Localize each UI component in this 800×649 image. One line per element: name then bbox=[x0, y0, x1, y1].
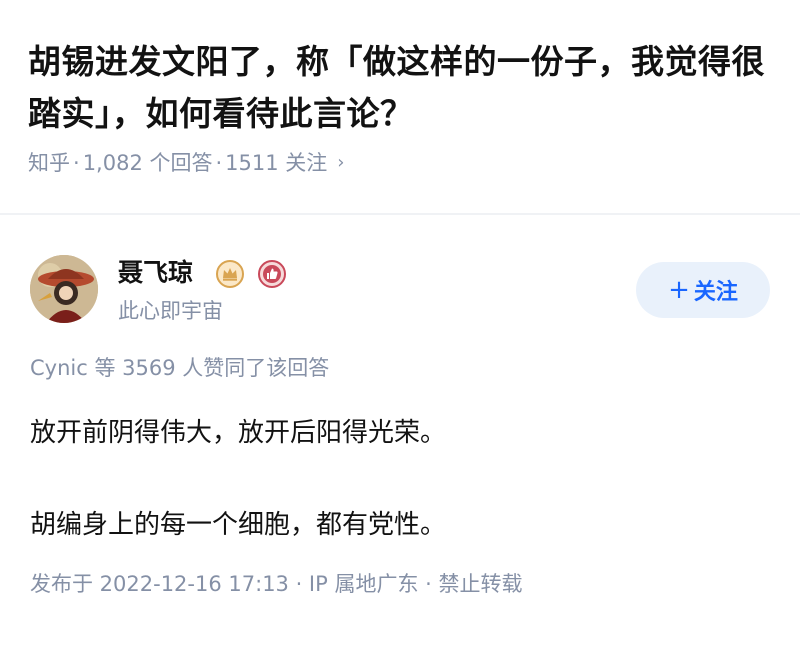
avatar[interactable] bbox=[30, 255, 98, 323]
plus-icon: + bbox=[668, 275, 690, 305]
question-header: 胡锡进发文阳了，称「做这样的一份子，我觉得很踏实」，如何看待此言论？ 知乎 · … bbox=[0, 0, 800, 215]
crown-badge-icon[interactable] bbox=[216, 260, 244, 288]
follow-button[interactable]: + 关注 bbox=[636, 262, 770, 318]
source-label: 知乎 bbox=[28, 151, 70, 175]
separator: · bbox=[215, 151, 223, 175]
section-divider bbox=[0, 213, 800, 215]
author-name[interactable]: 聂飞琼 bbox=[118, 256, 193, 290]
chevron-right-icon[interactable]: › bbox=[337, 148, 344, 178]
answer-count: 1,082 个回答 bbox=[82, 151, 213, 175]
question-title[interactable]: 胡锡进发文阳了，称「做这样的一份子，我觉得很踏实」，如何看待此言论？ bbox=[28, 36, 770, 140]
follower-count: 1511 关注 bbox=[225, 151, 328, 175]
follow-label: 关注 bbox=[693, 280, 738, 305]
question-meta[interactable]: 知乎 · 1,082 个回答 · 1511 关注 › bbox=[28, 148, 345, 178]
answer-paragraph: 放开前阴得伟大，放开后阳得光荣。 bbox=[30, 418, 447, 448]
voters-text[interactable]: Cynic 等 3569 人赞同了该回答 bbox=[30, 352, 329, 384]
author-signature: 此心即宇宙 bbox=[118, 299, 223, 323]
answer-footer: 发布于 2022-12-16 17:13 · IP 属地广东 · 禁止转载 bbox=[30, 572, 523, 596]
answer-paragraph: 胡编身上的每一个细胞，都有党性。 bbox=[30, 510, 447, 540]
separator: · bbox=[73, 151, 80, 175]
thumb-up-badge-icon[interactable] bbox=[258, 260, 286, 288]
author-row: 聂飞琼 此心即宇宙 + 关注 bbox=[0, 240, 800, 330]
